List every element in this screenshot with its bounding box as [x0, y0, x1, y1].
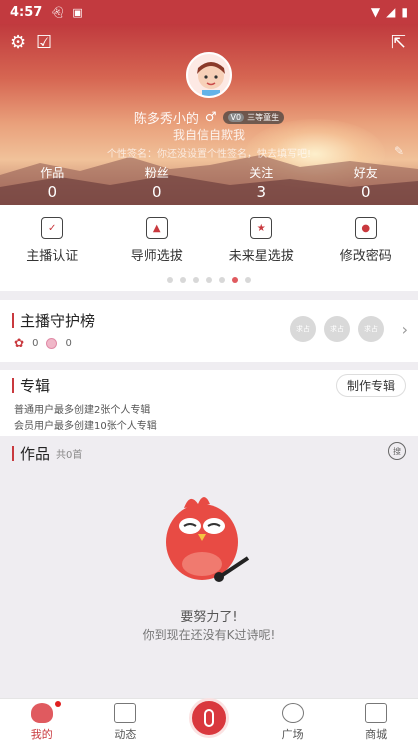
- app-notification-icon: ▣: [72, 5, 83, 19]
- func-mentor-select[interactable]: ▲ 导师选拔: [105, 217, 210, 275]
- bird-icon: [30, 703, 53, 723]
- edit-icon[interactable]: ✎: [394, 144, 404, 158]
- page-dot: [245, 277, 251, 283]
- calendar-check-icon[interactable]: ☑: [36, 32, 52, 53]
- notification-dot: [55, 701, 61, 707]
- crown-icon: V0: [227, 113, 245, 122]
- section-title: 主播守护榜: [12, 310, 95, 331]
- page-dot: [167, 277, 173, 283]
- works-count: 共0首: [56, 450, 83, 461]
- guard-seat[interactable]: 求占: [324, 316, 350, 342]
- empty-title: 要努力了!: [180, 610, 238, 625]
- guard-stats: ✿ 0 0: [14, 336, 72, 350]
- page-dot: [219, 277, 225, 283]
- search-icon[interactable]: 搜: [388, 442, 406, 460]
- page-dot: [193, 277, 199, 283]
- gear-icon[interactable]: ⚙: [10, 32, 26, 53]
- male-icon: ♂: [204, 110, 217, 125]
- function-panel: ✓ 主播认证 ▲ 导师选拔 ★ 未来星选拔 ● 修改密码: [0, 205, 418, 291]
- compass-icon: [281, 703, 304, 723]
- guard-seat[interactable]: 求占: [358, 316, 384, 342]
- works-title: 作品: [20, 445, 51, 463]
- signature: 我自信自欺我: [172, 128, 245, 142]
- stat-label: 关注: [249, 166, 274, 180]
- section-title: 专辑: [12, 375, 50, 396]
- ghost-icon: 👻︎: [50, 5, 65, 19]
- microphone-icon: [204, 709, 214, 727]
- func-anchor-cert[interactable]: ✓ 主播认证: [0, 217, 105, 275]
- stat-label: 作品: [40, 166, 65, 180]
- certificate-icon: ✓: [41, 217, 64, 239]
- avatar-cartoon: [188, 54, 230, 96]
- guard-ranking[interactable]: 主播守护榜 ✿ 0 0 求占 求占 求占 ›: [0, 300, 418, 362]
- func-label: 导师选拔: [130, 249, 183, 264]
- page-indicator: [0, 277, 418, 283]
- profile-header: ⚙ ☑ ⇱ 陈多秀小的 ♂ V0 三等童生 我自信自欺我 个性签名：你还没设置个…: [0, 24, 418, 205]
- battery-icon: ▮: [401, 5, 408, 19]
- stat-friends[interactable]: 好友 0: [314, 164, 418, 202]
- status-bar: 4:57 👻︎ ▣ ▼ ◢ ▮: [0, 0, 418, 24]
- func-label: 修改密码: [339, 249, 392, 264]
- album-section: 专辑 制作专辑 普通用户最多创建2张个人专辑 会员用户最多创建10张个人专辑: [0, 370, 418, 436]
- chevron-right-icon[interactable]: ›: [402, 320, 408, 339]
- stat-label: 粉丝: [144, 166, 169, 180]
- newspaper-icon: [114, 703, 137, 723]
- level-badge[interactable]: V0 三等童生: [222, 111, 285, 124]
- stat-value: 0: [151, 183, 162, 201]
- level-title: 三等童生: [247, 113, 280, 122]
- stat-works[interactable]: 作品 0: [0, 164, 105, 202]
- wifi-icon: ▼: [370, 5, 381, 19]
- page-dot-active: [232, 277, 238, 283]
- mortarboard-icon: ▲: [145, 217, 168, 239]
- empty-subtitle: 你到现在还没有K过诗呢!: [142, 628, 276, 642]
- guard-seat[interactable]: 求占: [290, 316, 316, 342]
- nav-label: 我的: [30, 728, 53, 741]
- nav-label: 广场: [281, 728, 304, 741]
- clock: 4:57: [10, 4, 43, 20]
- nav-item-mine[interactable]: 我的: [0, 699, 84, 743]
- func-change-password[interactable]: ● 修改密码: [314, 217, 418, 275]
- coin-count: 0: [65, 337, 72, 349]
- share-icon[interactable]: ⇱: [391, 32, 406, 53]
- profile-stats: 作品 0 粉丝 0 关注 3 好友 0: [0, 164, 418, 202]
- avatar[interactable]: [186, 52, 232, 98]
- nav-label: 动态: [114, 728, 137, 741]
- func-future-star[interactable]: ★ 未来星选拔: [209, 217, 314, 275]
- func-label: 主播认证: [26, 249, 79, 264]
- stat-value: 0: [360, 183, 371, 201]
- stat-fans[interactable]: 粉丝 0: [105, 164, 210, 202]
- stat-following[interactable]: 关注 3: [209, 164, 314, 202]
- works-section: 作品 共0首 搜 要努力了! 你到现在还没有K过诗呢!: [0, 436, 418, 698]
- make-album-button[interactable]: 制作专辑: [335, 374, 406, 397]
- nav-item-feed[interactable]: 动态: [84, 699, 168, 743]
- flower-icon: ✿: [14, 336, 25, 350]
- signal-icon: ◢: [386, 5, 396, 19]
- flower-count: 0: [32, 337, 39, 349]
- nav-item-store[interactable]: 商城: [334, 699, 418, 743]
- shopping-bag-icon: [365, 703, 388, 723]
- func-label: 未来星选拔: [228, 249, 294, 264]
- page-dot: [206, 277, 212, 283]
- nickname-row: 陈多秀小的 ♂ V0 三等童生: [0, 108, 418, 127]
- coin-icon: [46, 337, 58, 349]
- section-title: 作品 共0首: [12, 443, 82, 464]
- lock-icon: ●: [354, 217, 377, 239]
- nickname: 陈多秀小的: [133, 112, 199, 127]
- album-note: 普通用户最多创建2张个人专辑: [14, 405, 151, 416]
- star-doc-icon: ★: [250, 217, 273, 239]
- record-button[interactable]: [189, 698, 229, 738]
- intro-text[interactable]: 个性签名：你还没设置个性签名，快去填写吧!: [0, 145, 418, 160]
- page-dot: [180, 277, 186, 283]
- guard-seats: 求占 求占 求占: [290, 316, 384, 342]
- nav-label: 商城: [365, 728, 388, 741]
- stat-value: 3: [256, 183, 267, 201]
- stat-label: 好友: [353, 166, 378, 180]
- bird-mascot: [166, 497, 250, 582]
- stat-value: 0: [47, 183, 58, 201]
- nav-item-square[interactable]: 广场: [251, 699, 335, 743]
- album-note: 会员用户最多创建10张个人专辑: [14, 421, 157, 432]
